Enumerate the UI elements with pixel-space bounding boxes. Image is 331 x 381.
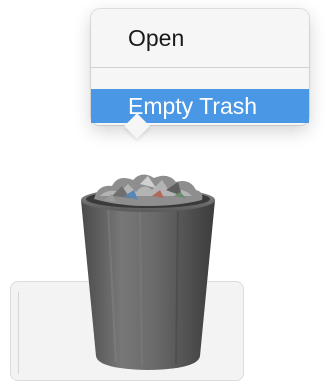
menu-item-empty-trash[interactable]: Empty Trash (91, 89, 309, 123)
trash-full-icon[interactable] (78, 166, 218, 372)
menu-item-open[interactable]: Open (91, 21, 309, 55)
panel-divider (18, 292, 19, 374)
menu-separator (91, 67, 309, 68)
context-menu: Open Empty Trash (91, 9, 309, 125)
